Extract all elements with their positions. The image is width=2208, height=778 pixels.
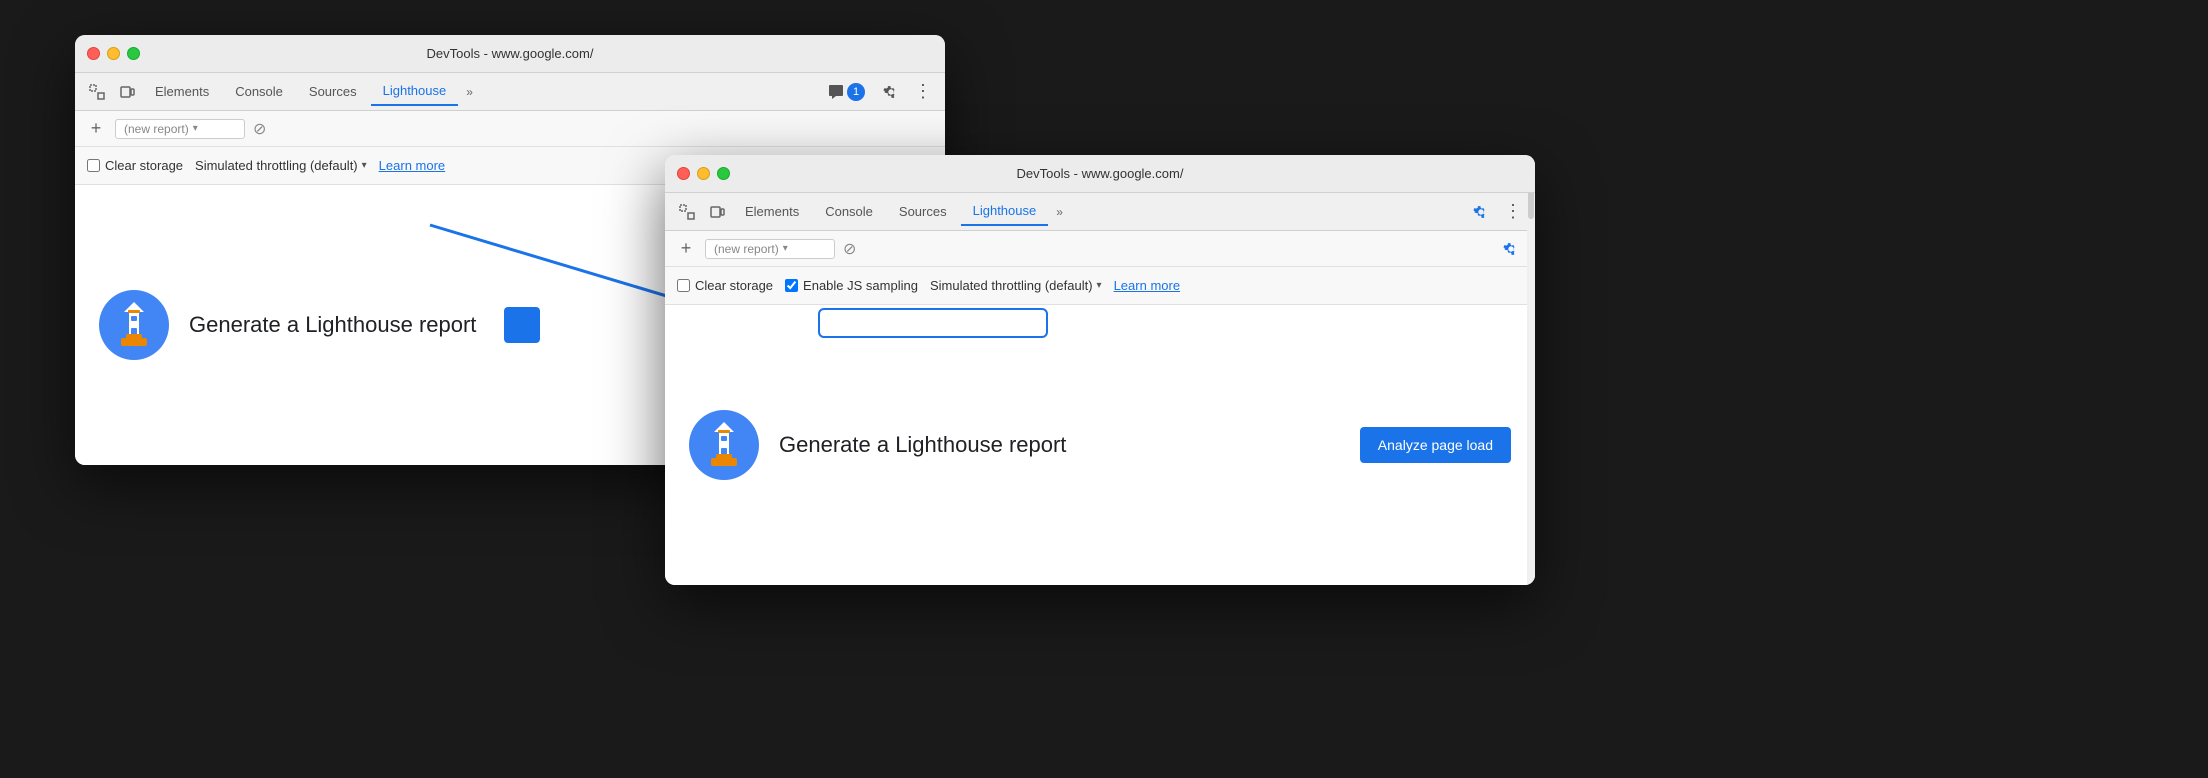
- enable-js-checkbox[interactable]: [785, 279, 798, 292]
- title-bar-front: DevTools - www.google.com/: [665, 155, 1535, 193]
- clear-storage-wrap-front[interactable]: Clear storage: [677, 278, 773, 293]
- learn-more-back[interactable]: Learn more: [379, 158, 445, 173]
- main-content-front: Generate a Lighthouse report Analyze pag…: [665, 305, 1535, 585]
- tab-overflow-front[interactable]: »: [1050, 201, 1069, 223]
- lighthouse-logo-front: [689, 410, 759, 480]
- window-title-front: DevTools - www.google.com/: [1017, 166, 1184, 181]
- dropdown-chevron-back: ▾: [193, 123, 198, 134]
- comments-button-back[interactable]: 1: [820, 80, 873, 104]
- maximize-button-back[interactable]: [127, 47, 140, 60]
- badge-count-back: 1: [847, 83, 865, 101]
- report-dropdown-front[interactable]: (new report) ▾: [705, 239, 835, 259]
- title-bar-back: DevTools - www.google.com/: [75, 35, 945, 73]
- minimize-button-back[interactable]: [107, 47, 120, 60]
- clear-storage-label-front: Clear storage: [695, 278, 773, 293]
- report-dropdown-back[interactable]: (new report) ▾: [115, 119, 245, 139]
- maximize-button-front[interactable]: [717, 167, 730, 180]
- toolbar-right-back: 1 ⋮: [820, 78, 937, 106]
- traffic-lights-front: [677, 167, 730, 180]
- throttle-select-back[interactable]: Simulated throttling (default) ▾: [195, 158, 367, 173]
- throttle-label-back: Simulated throttling (default): [195, 158, 358, 173]
- inspector-icon[interactable]: [83, 78, 111, 106]
- options-bar-front: Clear storage Enable JS sampling Simulat…: [665, 267, 1535, 305]
- dropdown-chevron-front: ▾: [783, 243, 788, 254]
- throttle-chevron-front: ▾: [1097, 280, 1102, 291]
- close-button-back[interactable]: [87, 47, 100, 60]
- analyze-button[interactable]: Analyze page load: [1360, 427, 1511, 463]
- devtools-window-front: DevTools - www.google.com/ Elements Cons…: [665, 155, 1535, 585]
- throttle-label-front: Simulated throttling (default): [930, 278, 1093, 293]
- scrollbar[interactable]: [1527, 155, 1535, 585]
- generate-text-back: Generate a Lighthouse report: [189, 312, 476, 338]
- settings-icon-front[interactable]: [1467, 198, 1495, 226]
- enable-js-label: Enable JS sampling: [803, 278, 918, 293]
- learn-more-front[interactable]: Learn more: [1114, 278, 1180, 293]
- enable-js-wrap[interactable]: Enable JS sampling: [785, 278, 918, 293]
- throttle-chevron-back: ▾: [362, 160, 367, 171]
- report-bar-front: + (new report) ▾ ⊘: [665, 231, 1535, 267]
- tab-lighthouse-back[interactable]: Lighthouse: [371, 77, 459, 106]
- close-button-front[interactable]: [677, 167, 690, 180]
- add-report-front[interactable]: +: [675, 238, 697, 260]
- report-placeholder-front: (new report): [714, 242, 779, 256]
- minimize-button-front[interactable]: [697, 167, 710, 180]
- clear-storage-wrap-back[interactable]: Clear storage: [87, 158, 183, 173]
- tab-console-front[interactable]: Console: [813, 198, 885, 225]
- settings-icon-back[interactable]: [877, 78, 905, 106]
- window-title-back: DevTools - www.google.com/: [427, 46, 594, 61]
- generate-text-front: Generate a Lighthouse report: [779, 432, 1066, 458]
- analyze-btn-partial[interactable]: [504, 307, 540, 343]
- clear-storage-label-back: Clear storage: [105, 158, 183, 173]
- device-icon-front[interactable]: [703, 198, 731, 226]
- add-report-back[interactable]: +: [85, 118, 107, 140]
- tab-lighthouse-front[interactable]: Lighthouse: [961, 197, 1049, 226]
- tab-sources-front[interactable]: Sources: [887, 198, 959, 225]
- more-menu-back[interactable]: ⋮: [909, 78, 937, 106]
- device-icon[interactable]: [113, 78, 141, 106]
- settings-gear-report[interactable]: [1497, 235, 1525, 263]
- lighthouse-logo-back: [99, 290, 169, 360]
- tab-overflow-back[interactable]: »: [460, 81, 479, 103]
- clear-storage-checkbox-front[interactable]: [677, 279, 690, 292]
- inspector-icon-front[interactable]: [673, 198, 701, 226]
- clear-circle-front[interactable]: ⊘: [843, 239, 856, 259]
- traffic-lights-back: [87, 47, 140, 60]
- tab-elements-back[interactable]: Elements: [143, 78, 221, 105]
- toolbar-back: Elements Console Sources Lighthouse » 1 …: [75, 73, 945, 111]
- report-bar-back: + (new report) ▾ ⊘: [75, 111, 945, 147]
- clear-storage-checkbox-back[interactable]: [87, 159, 100, 172]
- tab-console-back[interactable]: Console: [223, 78, 295, 105]
- tab-elements-front[interactable]: Elements: [733, 198, 811, 225]
- tab-sources-back[interactable]: Sources: [297, 78, 369, 105]
- more-menu-front[interactable]: ⋮: [1499, 198, 1527, 226]
- toolbar-front: Elements Console Sources Lighthouse » ⋮: [665, 193, 1535, 231]
- clear-circle-back[interactable]: ⊘: [253, 119, 266, 139]
- toolbar-right-front: ⋮: [1467, 198, 1527, 226]
- throttle-select-front[interactable]: Simulated throttling (default) ▾: [930, 278, 1102, 293]
- report-placeholder-back: (new report): [124, 122, 189, 136]
